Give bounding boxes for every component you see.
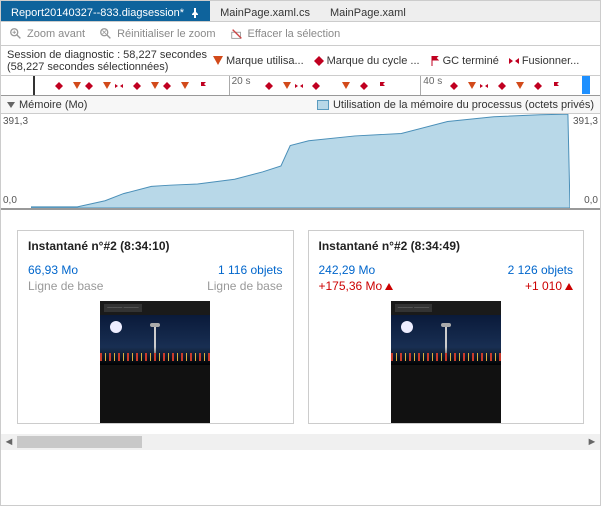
- chart-title: Mémoire (Mo): [19, 99, 87, 111]
- y-max-label: 391,3: [3, 116, 28, 127]
- toolbar-label: Zoom avant: [27, 28, 85, 40]
- scroll-thumb[interactable]: [17, 436, 142, 448]
- marker-icon[interactable]: [342, 82, 350, 90]
- memory-chart[interactable]: 391,3 0,0 391,3 0,0: [1, 114, 600, 210]
- marker-icon[interactable]: [181, 82, 189, 90]
- snapshot-card-1[interactable]: Instantané n°#2 (8:34:10) 66,93 Mo 1 116…: [17, 230, 294, 424]
- arrow-up-icon: [385, 283, 393, 290]
- time-ruler[interactable]: 20 s 40 s: [1, 76, 600, 96]
- pin-icon[interactable]: [190, 8, 200, 18]
- snapshot-area: Instantané n°#2 (8:34:10) 66,93 Mo 1 116…: [1, 210, 600, 434]
- marker-icon[interactable]: [103, 82, 111, 90]
- triangle-down-icon: [213, 56, 223, 66]
- zoom-in-button[interactable]: Zoom avant: [9, 27, 85, 41]
- legend-label: Marque du cycle ...: [327, 55, 420, 67]
- tab-report[interactable]: Report20140327--833.diagsession*: [1, 1, 210, 21]
- tab-label: MainPage.xaml: [330, 7, 406, 19]
- flag-icon: [430, 56, 440, 66]
- marker-icon[interactable]: [265, 82, 273, 90]
- marker-icon[interactable]: [55, 82, 63, 90]
- session-row: Session de diagnostic : 58,227 secondes …: [1, 46, 600, 76]
- baseline-label: Ligne de base: [28, 279, 103, 293]
- snapshot-objects-link[interactable]: 2 126 objets: [508, 263, 573, 277]
- y-min-label: 0,0: [3, 195, 17, 206]
- delta-size-value: +175,36 Mo: [319, 279, 383, 293]
- session-line2: (58,227 secondes sélectionnées): [7, 61, 207, 73]
- y-min-label-r: 0,0: [584, 195, 598, 206]
- snapshot-size-link[interactable]: 242,29 Mo: [319, 263, 376, 277]
- delta-obj-value: +1 010: [525, 279, 562, 293]
- snapshot-title: Instantané n°#2 (8:34:49): [319, 239, 574, 253]
- marker-icon[interactable]: [115, 82, 123, 90]
- marker-icon[interactable]: [283, 82, 291, 90]
- marker-legend: Marque utilisa... Marque du cycle ... GC…: [213, 55, 594, 67]
- marker-icon[interactable]: [199, 82, 207, 90]
- chart-legend: Utilisation de la mémoire du processus (…: [317, 99, 594, 111]
- chart-header: Mémoire (Mo) Utilisation de la mémoire d…: [1, 96, 600, 114]
- snapshot-thumbnail: ——— ———: [391, 301, 501, 423]
- merge-icon: [509, 56, 519, 66]
- snapshot-size-link[interactable]: 66,93 Mo: [28, 263, 78, 277]
- session-line1: Session de diagnostic : 58,227 secondes: [7, 49, 207, 61]
- marker-icon[interactable]: [468, 82, 476, 90]
- marker-icon[interactable]: [360, 82, 368, 90]
- tab-cs[interactable]: MainPage.xaml.cs: [210, 1, 320, 21]
- tab-label: Report20140327--833.diagsession*: [11, 7, 184, 19]
- marker-row: [1, 82, 600, 92]
- clear-selection-button[interactable]: Effacer la sélection: [230, 27, 341, 41]
- series-label: Utilisation de la mémoire du processus (…: [333, 99, 594, 111]
- snapshot-card-2[interactable]: Instantané n°#2 (8:34:49) 242,29 Mo 2 12…: [308, 230, 585, 424]
- marker-icon[interactable]: [85, 82, 93, 90]
- y-max-label-r: 391,3: [573, 116, 598, 127]
- zoom-in-icon: [9, 27, 23, 41]
- marker-icon[interactable]: [133, 82, 141, 90]
- clear-selection-icon: [230, 27, 244, 41]
- marker-icon[interactable]: [312, 82, 320, 90]
- marker-icon[interactable]: [516, 82, 524, 90]
- scroll-left-button[interactable]: ◄: [1, 434, 17, 450]
- legend-user-mark: Marque utilisa...: [213, 55, 304, 67]
- marker-icon[interactable]: [163, 82, 171, 90]
- tab-label: MainPage.xaml.cs: [220, 7, 310, 19]
- delta-size[interactable]: +175,36 Mo: [319, 279, 394, 293]
- marker-icon[interactable]: [450, 82, 458, 90]
- legend-label: GC terminé: [443, 55, 499, 67]
- tab-bar: Report20140327--833.diagsession* MainPag…: [1, 1, 600, 22]
- marker-icon[interactable]: [480, 82, 488, 90]
- marker-icon[interactable]: [295, 82, 303, 90]
- toolbar: Zoom avant Réinitialiser le zoom Effacer…: [1, 22, 600, 46]
- chart-area: [31, 114, 570, 208]
- collapse-icon[interactable]: [7, 102, 15, 108]
- session-text: Session de diagnostic : 58,227 secondes …: [7, 49, 213, 73]
- marker-icon[interactable]: [552, 82, 560, 90]
- snapshot-objects-link[interactable]: 1 116 objets: [218, 263, 283, 277]
- legend-merge: Fusionner...: [509, 55, 579, 67]
- reset-zoom-icon: [99, 27, 113, 41]
- toolbar-label: Réinitialiser le zoom: [117, 28, 215, 40]
- reset-zoom-button[interactable]: Réinitialiser le zoom: [99, 27, 215, 41]
- baseline-label: Ligne de base: [207, 279, 282, 293]
- delta-objects[interactable]: +1 010: [525, 279, 573, 293]
- scroll-right-button[interactable]: ►: [584, 434, 600, 450]
- horizontal-scrollbar[interactable]: ◄ ►: [1, 434, 600, 450]
- marker-icon[interactable]: [534, 82, 542, 90]
- snapshot-thumbnail: ——— ———: [100, 301, 210, 423]
- arrow-up-icon: [565, 283, 573, 290]
- toolbar-label: Effacer la sélection: [248, 28, 341, 40]
- marker-icon[interactable]: [73, 82, 81, 90]
- scroll-track[interactable]: [17, 434, 584, 450]
- marker-icon[interactable]: [151, 82, 159, 90]
- legend-gc-done: GC terminé: [430, 55, 499, 67]
- legend-label: Marque utilisa...: [226, 55, 304, 67]
- marker-icon[interactable]: [378, 82, 386, 90]
- diamond-icon: [314, 56, 324, 66]
- legend-label: Fusionner...: [522, 55, 579, 67]
- series-swatch: [317, 100, 329, 110]
- snapshot-title: Instantané n°#2 (8:34:10): [28, 239, 283, 253]
- legend-cycle-mark: Marque du cycle ...: [314, 55, 420, 67]
- marker-icon[interactable]: [498, 82, 506, 90]
- tab-xaml[interactable]: MainPage.xaml: [320, 1, 416, 21]
